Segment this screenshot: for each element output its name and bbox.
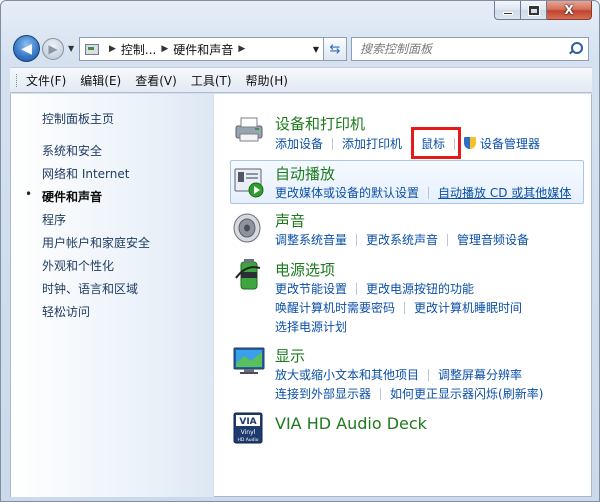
control-panel-icon xyxy=(84,42,100,56)
navigation-bar: ◀ ▶ ▼ ▶ 控制... ▶ 硬件和声音 ▶ ▼ ⇆ xyxy=(11,35,591,63)
sound-title[interactable]: 声音 xyxy=(275,210,305,231)
battery-icon[interactable] xyxy=(232,258,266,292)
zoom-text-link[interactable]: 放大或缩小文本和其他项目 xyxy=(275,366,419,383)
via-audio-deck-title[interactable]: VIA HD Audio Deck xyxy=(275,414,427,433)
link-divider xyxy=(356,233,358,246)
sidebar-item-ease-of-access[interactable]: 轻松访问 xyxy=(42,303,90,320)
minimize-icon xyxy=(502,11,513,15)
arrow-left-icon: ◀ xyxy=(21,40,32,57)
sidebar-item-user-accounts[interactable]: 用户帐户和家庭安全 xyxy=(42,234,150,251)
window-frame: X ◀ ▶ ▼ ▶ 控制... ▶ 硬件和声音 ▶ ▼ ⇆ 文件(F) 编辑(E… xyxy=(0,0,600,502)
adjust-resolution-link[interactable]: 调整屏幕分辨率 xyxy=(438,366,522,383)
refresh-icon: ⇆ xyxy=(329,41,341,57)
link-divider xyxy=(428,186,430,199)
search-icon[interactable] xyxy=(568,42,583,56)
chevron-right-icon[interactable]: ▶ xyxy=(238,44,245,54)
highlight-box xyxy=(411,127,461,159)
arrow-right-icon: ▶ xyxy=(48,42,58,56)
sidebar-item-clock-region[interactable]: 时钟、语言和区域 xyxy=(42,280,138,297)
active-bullet-icon: • xyxy=(25,187,33,201)
address-bar[interactable]: ▶ 控制... ▶ 硬件和声音 ▶ xyxy=(79,37,314,61)
change-media-defaults-link[interactable]: 更改媒体或设备的默认设置 xyxy=(275,184,419,201)
minimize-button[interactable] xyxy=(494,1,521,20)
manage-audio-devices-link[interactable]: 管理音频设备 xyxy=(457,231,529,248)
via-logo-tag: HD Audio xyxy=(237,437,258,443)
sidebar-item-programs[interactable]: 程序 xyxy=(42,211,66,228)
autoplay-icon[interactable] xyxy=(232,165,266,199)
link-divider xyxy=(332,137,334,150)
link-divider xyxy=(380,387,382,400)
via-audio-logo-icon[interactable]: VIA Vinyl HD Audio xyxy=(233,412,263,444)
power-options-title[interactable]: 电源选项 xyxy=(275,259,335,280)
maximize-button[interactable] xyxy=(521,1,547,20)
forward-button[interactable]: ▶ xyxy=(42,38,64,60)
breadcrumb-control-panel[interactable]: 控制... xyxy=(121,41,156,58)
sound-links: 调整系统音量 更改系统声音 管理音频设备 xyxy=(275,231,529,248)
printer-icon[interactable] xyxy=(232,112,266,146)
devices-links: 添加设备 添加打印机 鼠标 设备管理器 xyxy=(275,135,540,152)
search-box xyxy=(351,37,589,61)
menu-view[interactable]: 查看(V) xyxy=(135,72,177,89)
close-icon: X xyxy=(564,3,574,17)
history-dropdown-icon[interactable]: ▼ xyxy=(68,44,74,53)
back-button[interactable]: ◀ xyxy=(13,35,40,62)
connect-external-display-link[interactable]: 连接到外部显示器 xyxy=(275,385,371,402)
change-sleep-time-link[interactable]: 更改计算机睡眠时间 xyxy=(414,299,522,316)
sidebar-item-hardware-sound: 硬件和声音 xyxy=(42,190,103,204)
device-manager-link[interactable]: 设备管理器 xyxy=(480,135,540,152)
via-logo-sub: Vinyl xyxy=(241,429,256,436)
sidebar-item-system-security[interactable]: 系统和安全 xyxy=(42,142,102,159)
content-area: 控制面板主页 系统和安全 网络和 Internet • 硬件和声音 程序 用户帐… xyxy=(10,94,592,497)
via-logo-text: VIA xyxy=(239,417,256,427)
menu-bar: 文件(F) 编辑(E) 查看(V) 工具(T) 帮助(H) xyxy=(10,67,592,93)
choose-power-plan-link[interactable]: 选择电源计划 xyxy=(275,318,347,335)
fix-flicker-link[interactable]: 如何更正显示器闪烁(刷新率) xyxy=(390,385,543,402)
caption-buttons: X xyxy=(494,1,592,21)
grip-handle xyxy=(16,74,19,87)
menu-tools[interactable]: 工具(T) xyxy=(191,72,232,89)
search-input[interactable] xyxy=(360,42,560,56)
chevron-right-icon[interactable]: ▶ xyxy=(109,44,116,54)
display-links-row-1: 放大或缩小文本和其他项目 调整屏幕分辨率 xyxy=(275,366,522,383)
autoplay-cd-link[interactable]: 自动播放 CD 或其他媒体 xyxy=(438,184,571,201)
link-divider xyxy=(447,233,449,246)
address-dropdown-icon[interactable]: ▼ xyxy=(309,37,323,61)
menu-file[interactable]: 文件(F) xyxy=(26,72,66,89)
autoplay-title[interactable]: 自动播放 xyxy=(275,163,335,184)
sidebar-item-network-internet[interactable]: 网络和 Internet xyxy=(42,165,129,182)
change-power-saving-link[interactable]: 更改节能设置 xyxy=(275,280,347,297)
maximize-icon xyxy=(527,4,540,16)
power-links-row-1: 更改节能设置 更改电源按钮的功能 xyxy=(275,280,474,297)
refresh-button[interactable]: ⇆ xyxy=(323,37,347,61)
sidebar-item-appearance[interactable]: 外观和个性化 xyxy=(42,257,114,274)
autoplay-links: 更改媒体或设备的默认设置 自动播放 CD 或其他媒体 xyxy=(275,184,571,201)
chevron-right-icon[interactable]: ▶ xyxy=(161,44,168,54)
menu-help[interactable]: 帮助(H) xyxy=(246,72,288,89)
display-title[interactable]: 显示 xyxy=(275,345,305,366)
power-links-row-3: 选择电源计划 xyxy=(275,318,347,335)
wake-password-link[interactable]: 唤醒计算机时需要密码 xyxy=(275,299,395,316)
change-power-button-link[interactable]: 更改电源按钮的功能 xyxy=(366,280,474,297)
sidebar-home-link[interactable]: 控制面板主页 xyxy=(42,110,114,127)
sidebar: 控制面板主页 系统和安全 网络和 Internet • 硬件和声音 程序 用户帐… xyxy=(11,94,214,497)
link-divider xyxy=(356,282,358,295)
display-links-row-2: 连接到外部显示器 如何更正显示器闪烁(刷新率) xyxy=(275,385,543,402)
speaker-icon[interactable] xyxy=(232,211,266,245)
power-links-row-2: 唤醒计算机时需要密码 更改计算机睡眠时间 xyxy=(275,299,522,316)
display-icon[interactable] xyxy=(232,344,266,378)
add-printer-link[interactable]: 添加打印机 xyxy=(342,135,402,152)
adjust-volume-link[interactable]: 调整系统音量 xyxy=(275,231,347,248)
close-button[interactable]: X xyxy=(547,1,592,20)
devices-printers-title[interactable]: 设备和打印机 xyxy=(275,113,365,134)
change-system-sounds-link[interactable]: 更改系统声音 xyxy=(366,231,438,248)
uac-shield-icon xyxy=(464,136,477,151)
menu-edit[interactable]: 编辑(E) xyxy=(80,72,121,89)
breadcrumb-hardware-sound[interactable]: 硬件和声音 xyxy=(173,41,233,58)
add-device-link[interactable]: 添加设备 xyxy=(275,135,323,152)
link-divider xyxy=(404,301,406,314)
link-divider xyxy=(428,368,430,381)
